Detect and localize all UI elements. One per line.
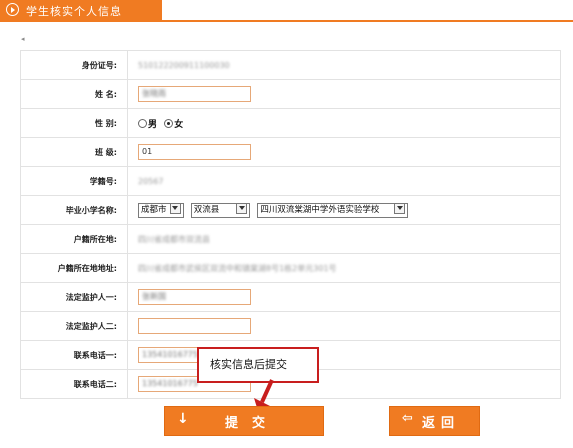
guardian1-value: 张新国 [142,292,166,301]
hukou-value: 四川省成都市双流县 [138,234,210,244]
chevron-down-icon [394,202,406,214]
gender-male-label: 男 [148,119,158,130]
name-label: 姓 名: [20,79,128,109]
phone2-value: 13541016775 [142,379,198,388]
guardian2-input[interactable] [138,318,251,334]
row-hukou-address: 户籍所在地地址: 四川省成都市武侯区双流中和镇棠湖8号1栋2单元301号 [20,253,561,283]
back-arrow-icon: ⇦ [402,411,413,426]
class-input[interactable]: 01 [138,144,251,160]
class-label: 班 级: [20,137,128,167]
county-select[interactable]: 双流县 [190,202,251,218]
guardian1-input[interactable]: 张新国 [138,289,251,305]
student-no-label: 学籍号: [20,166,128,196]
row-student-no: 学籍号: 20567 [20,166,561,196]
chevron-down-icon [236,202,248,214]
school-select[interactable]: 四川双流棠湖中学外语实验学校 [257,202,409,218]
page-title: 学生核实个人信息 [26,5,122,18]
name-value: 张晓雨 [142,89,166,98]
guardian2-label: 法定监护人二: [20,311,128,341]
student-no-value: 20567 [138,176,164,186]
gender-female-label: 女 [174,119,184,130]
back-label: 返回 [422,416,461,431]
id-number-value: 510122200911100030 [138,60,230,70]
primary-school-label: 毕业小学名称: [20,195,128,225]
hukou-address-label: 户籍所在地地址: [20,253,128,283]
row-hukou: 户籍所在地: 四川省成都市双流县 [20,224,561,254]
city-select-value: 成都市 [141,204,167,215]
gender-female-radio[interactable] [164,118,174,128]
phone1-label: 联系电话一: [20,340,128,370]
row-id-number: 身份证号: 510122200911100030 [20,50,561,80]
row-gender: 性 别: 男 女 [20,108,561,138]
name-input[interactable]: 张晓雨 [138,86,251,102]
row-name: 姓 名: 张晓雨 [20,79,561,109]
phone2-label: 联系电话二: [20,369,128,399]
row-guardian1: 法定监护人一: 张新国 [20,282,561,312]
download-arrow-icon: ↓ [177,411,189,427]
city-select[interactable]: 成都市 [138,202,184,218]
guardian1-label: 法定监护人一: [20,282,128,312]
submit-label: 提交 [225,416,280,431]
page-header: 学生核实个人信息 [0,0,573,23]
play-circle-icon [6,3,19,16]
row-guardian2: 法定监护人二: [20,311,561,341]
id-number-label: 身份证号: [20,50,128,80]
submit-button[interactable]: ↓ 提交 [164,406,324,436]
gender-male-radio[interactable] [138,118,147,128]
chevron-down-icon [169,202,181,214]
collapse-arrow-icon[interactable]: ◂ [21,35,25,43]
hukou-address-value: 四川省成都市武侯区双流中和镇棠湖8号1栋2单元301号 [138,263,337,273]
gender-label: 性 别: [20,108,128,138]
school-select-value: 四川双流棠湖中学外语实验学校 [260,204,380,215]
hukou-label: 户籍所在地: [20,224,128,254]
row-class: 班 级: 01 [20,137,561,167]
phone1-value: 13541016775 [142,350,198,359]
callout-text: 核实信息后提交 [210,358,287,371]
back-button[interactable]: ⇦ 返回 [389,406,480,436]
header-tab: 学生核实个人信息 [0,0,162,20]
row-primary-school: 毕业小学名称: 成都市 双流县 四川双流棠湖中学外语实验学校 [20,195,561,225]
county-select-value: 双流县 [193,204,220,215]
header-divider [0,20,573,22]
